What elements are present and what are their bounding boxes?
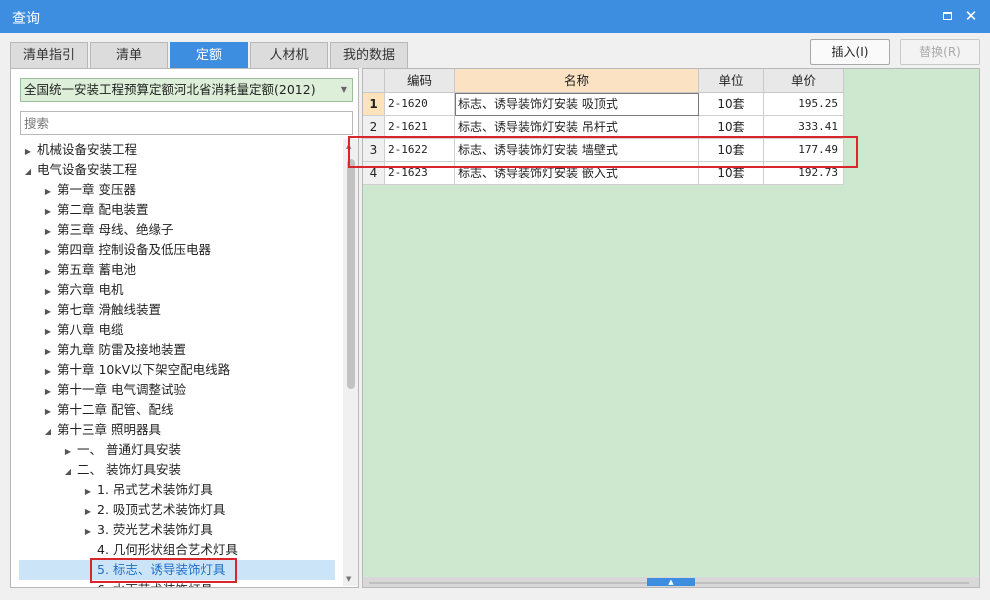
cell-idx[interactable]: 1 [363,93,385,116]
scrollbar-thumb[interactable] [347,159,355,389]
expand-icon[interactable]: ▶ [59,442,77,462]
tree-item-label: 二、 装饰灯具安装 [77,462,181,477]
cell-code[interactable]: 2-1620 [385,93,455,116]
scroll-down-icon[interactable]: ▼ [346,575,351,583]
tree-item[interactable]: ▶ 第十一章 电气调整试验 [19,380,335,400]
expand-icon[interactable]: ▶ [79,522,97,542]
tree-item-label: 机械设备安装工程 [37,142,138,157]
expand-icon[interactable]: ▶ [39,242,57,262]
tree-item-label: 电气设备安装工程 [37,162,138,177]
tree-item-label: 第二章 配电装置 [57,202,149,217]
insert-button[interactable]: 插入(I) [810,39,890,65]
expand-icon[interactable]: ▶ [39,302,57,322]
tab-bill-guide[interactable]: 清单指引 [10,42,88,68]
tree-item-label: 第五章 蓄电池 [57,262,136,277]
tree-item-label: 第十一章 电气调整试验 [57,382,186,397]
replace-button[interactable]: 替换(R) [900,39,980,65]
tab-quota[interactable]: 定额 [170,42,248,68]
expand-icon[interactable]: ▶ [79,502,97,522]
tree-item[interactable]: 4. 几何形状组合艺术灯具 [19,540,335,560]
quota-library-value: 全国统一安装工程预算定额河北省消耗量定额(2012) [24,82,316,97]
left-panel: 全国统一安装工程预算定额河北省消耗量定额(2012) ▼ ▶机械设备安装工程◢电… [10,68,359,588]
tree-item[interactable]: ▶ 第二章 配电装置 [19,200,335,220]
tree-item-label: 第八章 电缆 [57,322,124,337]
tree-item-label: 第十二章 配管、配线 [57,402,174,417]
header-price[interactable]: 单价 [764,69,844,93]
tree-item-label: 第三章 母线、绝缘子 [57,222,174,237]
collapse-icon[interactable]: ◢ [39,422,57,442]
tree-item-label: 第四章 控制设备及低压电器 [57,242,211,257]
tree-item[interactable]: ▶ 第十二章 配管、配线 [19,400,335,420]
tree-scrollbar[interactable]: ▲ ▼ [343,139,358,586]
header-code[interactable]: 编码 [385,69,455,93]
expand-icon[interactable]: ▶ [39,342,57,362]
tree-item[interactable]: ◢ 电气设备安装工程 [19,160,335,180]
expand-icon[interactable]: ▶ [39,402,57,422]
tree-item-label: 2. 吸顶式艺术装饰灯具 [97,502,226,517]
tree-item[interactable]: ▶ 第十章 10kV以下架空配电线路 [19,360,335,380]
expand-icon[interactable]: ▶ [39,222,57,242]
highlight-box-row-3 [348,136,858,168]
tree-item[interactable]: ▶ 2. 吸顶式艺术装饰灯具 [19,500,335,520]
collapse-icon[interactable]: ◢ [59,462,77,482]
tree-item-label: 第十章 10kV以下架空配电线路 [57,362,231,377]
expand-icon[interactable]: ▶ [39,262,57,282]
expand-icon[interactable]: ▶ [79,482,97,502]
tree-item[interactable]: ◢ 第十三章 照明器具 [19,420,335,440]
tree-item[interactable]: ▶ 第四章 控制设备及低压电器 [19,240,335,260]
grid-hscrollbar[interactable]: ▲ [363,577,979,587]
highlight-box-tree-selection [90,558,237,583]
tree-item-label: 1. 吊式艺术装饰灯具 [97,482,213,497]
header-name[interactable]: 名称 [455,69,699,93]
window-title: 查询 [12,11,40,27]
tree-item-label: 第九章 防雷及接地装置 [57,342,186,357]
tree-item-label: 4. 几何形状组合艺术灯具 [97,542,238,557]
tab-labor-material-machine[interactable]: 人材机 [250,42,328,68]
search-input[interactable] [20,111,353,135]
tree-item-label: 第七章 滑触线装置 [57,302,161,317]
expand-icon[interactable]: ▶ [19,142,37,162]
chevron-down-icon: ▼ [340,85,347,94]
maximize-icon [942,11,952,20]
tree-item[interactable]: ▶ 第九章 防雷及接地装置 [19,340,335,360]
tree-item-label: 第一章 变压器 [57,182,136,197]
chapter-tree: ▶ 机械设备安装工程 ◢ 电气设备安装工程 ▶ 第一章 变压器 ▶ 第二章 配电装置 ▶ 第三章 … [11,139,343,587]
expand-icon[interactable]: ▶ [39,282,57,302]
cell-unit[interactable]: 10套 [699,93,764,116]
header-unit[interactable]: 单位 [699,69,764,93]
window-titlebar: 查询 ✕ [0,0,990,33]
expand-icon[interactable]: ▶ [39,322,57,342]
tab-my-data[interactable]: 我的数据 [330,42,408,68]
header-index [363,69,385,93]
tree-item-label: 第十三章 照明器具 [57,422,161,437]
collapse-icon[interactable]: ◢ [19,162,37,182]
expand-icon[interactable]: ▶ [39,182,57,202]
cell-price[interactable]: 195.25 [764,93,844,116]
close-icon: ✕ [964,7,978,25]
tree-item-label: 第六章 电机 [57,282,124,297]
expand-icon[interactable]: ▶ [39,362,57,382]
collapse-toggle-icon[interactable]: ▲ [647,578,695,586]
tree-item[interactable]: ▶ 3. 荧光艺术装饰灯具 [19,520,335,540]
tree-item[interactable]: ◢ 二、 装饰灯具安装 [19,460,335,480]
expand-icon[interactable]: ▶ [39,202,57,222]
tab-bill[interactable]: 清单 [90,42,168,68]
tree-item-label: 一、 普通灯具安装 [77,442,181,457]
tree-item[interactable]: ▶ 机械设备安装工程 [19,140,335,160]
quota-library-select[interactable]: 全国统一安装工程预算定额河北省消耗量定额(2012) ▼ [20,78,353,102]
tree-item[interactable]: ▶ 第七章 滑触线装置 [19,300,335,320]
expand-icon[interactable]: ▶ [39,382,57,402]
tree-item[interactable]: ▶ 第八章 电缆 [19,320,335,340]
tree-item[interactable]: ▶ 第六章 电机 [19,280,335,300]
close-button[interactable]: ✕ [962,7,980,25]
tree-item[interactable]: ▶ 第一章 变压器 [19,180,335,200]
cell-name[interactable]: 标志、诱导装饰灯安装 吸顶式 [455,93,699,116]
tree-item[interactable]: ▶ 第五章 蓄电池 [19,260,335,280]
tree-item[interactable]: ▶ 第三章 母线、绝缘子 [19,220,335,240]
tree-item-label: 3. 荧光艺术装饰灯具 [97,522,213,537]
tree-item[interactable]: ▶ 一、 普通灯具安装 [19,440,335,460]
maximize-button[interactable] [938,7,956,25]
tree-item[interactable]: ▶ 1. 吊式艺术装饰灯具 [19,480,335,500]
